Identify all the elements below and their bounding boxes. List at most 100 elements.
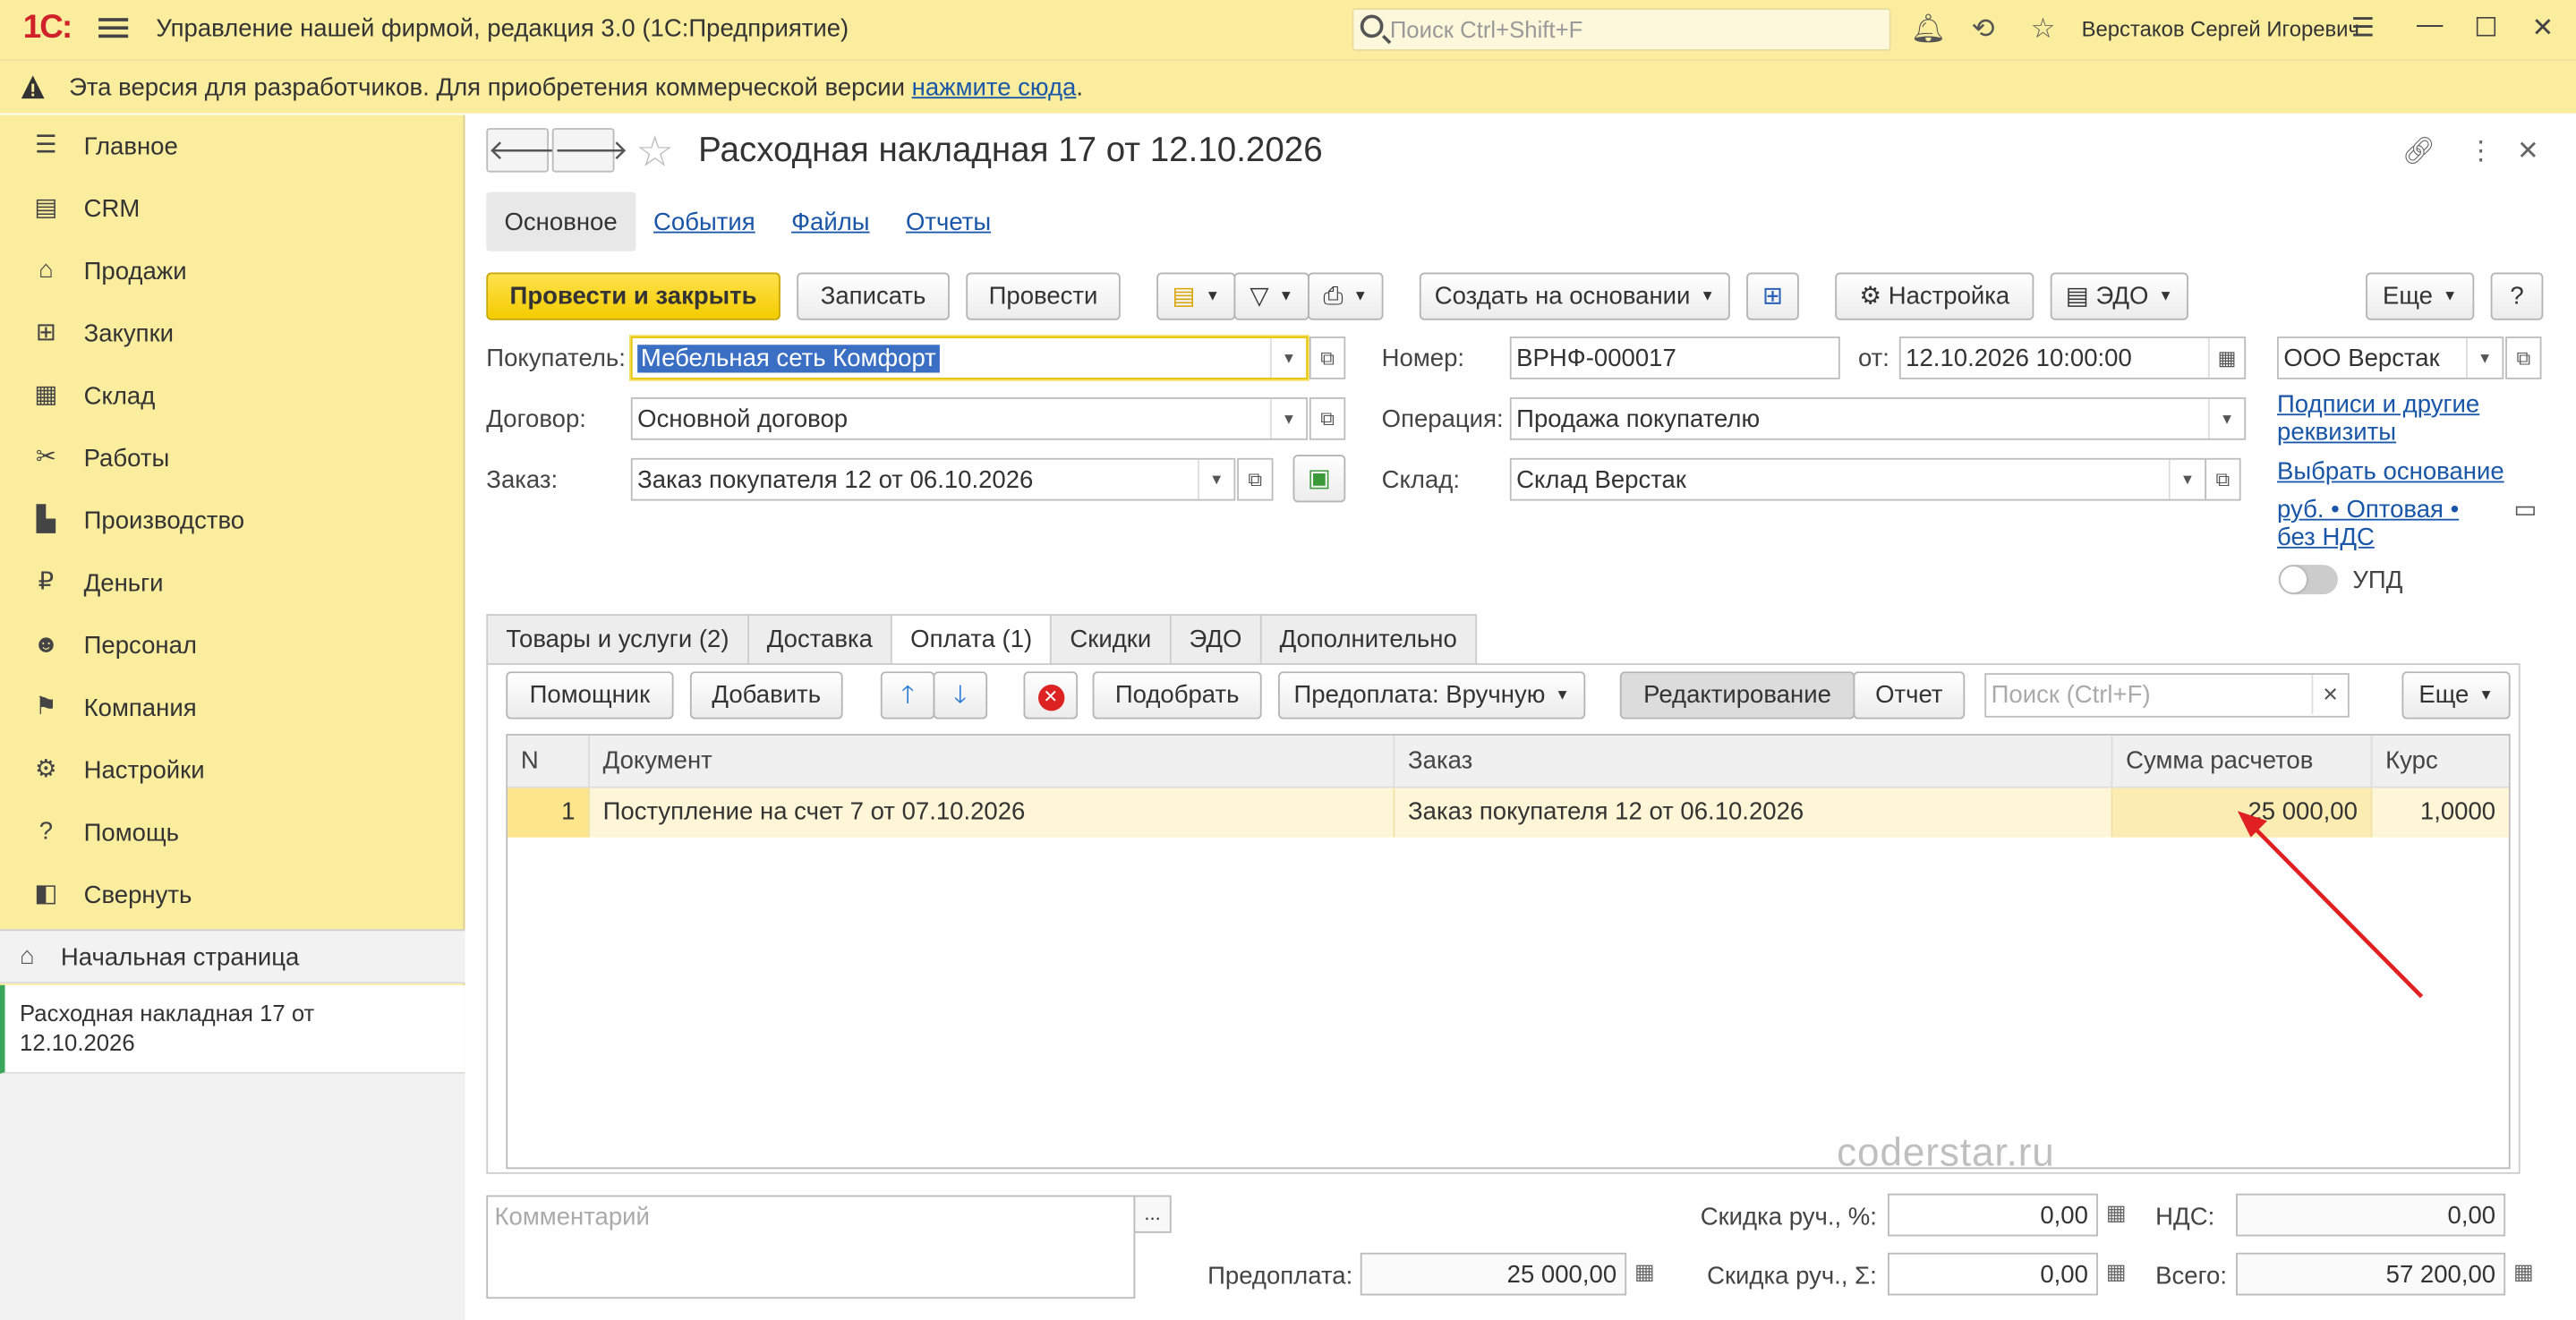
cell-order[interactable]: Заказ покупателя 12 от 06.10.2026 [1395, 788, 2113, 838]
tab-payment[interactable]: Оплата (1) [891, 614, 1051, 666]
tab-main[interactable]: Основное [486, 192, 635, 251]
main-menu-icon[interactable] [98, 13, 129, 43]
sidebar-item-main[interactable]: ☰ Главное [0, 115, 465, 177]
chevron-down-icon[interactable]: ▼ [2168, 459, 2205, 499]
report-mode-button[interactable]: Отчет [1853, 671, 1966, 720]
cell-document[interactable]: Поступление на счет 7 от 07.10.2026 [590, 788, 1395, 838]
contract-field[interactable]: Основной договор ▼ [630, 396, 1309, 440]
calculator-icon[interactable]: ▦ [2505, 1253, 2541, 1296]
open-window-tab[interactable]: Расходная накладная 17 от 12.10.2026 [0, 984, 465, 1074]
company-field[interactable]: ООО Верстак ▼ [2277, 336, 2504, 379]
home-page-link[interactable]: ⌂ Начальная страница [0, 929, 465, 984]
forward-button[interactable]: 🡒 [551, 128, 628, 173]
column-document[interactable]: Документ [590, 735, 1395, 788]
open-order-button[interactable]: ⧉ [1237, 457, 1274, 501]
number-field[interactable]: ВРНФ-000017 [1509, 336, 1840, 379]
upd-toggle[interactable] [2278, 565, 2338, 595]
sidebar-item-personnel[interactable]: ☻ Персонал [0, 614, 465, 677]
sidebar-item-sales[interactable]: ⌂ Продажи [0, 240, 465, 302]
clear-icon[interactable]: ✕ [2311, 675, 2348, 715]
tab-events[interactable]: События [635, 192, 773, 251]
column-sum[interactable]: Сумма расчетов [2112, 735, 2373, 788]
tab-discounts[interactable]: Скидки [1050, 614, 1170, 666]
post-button[interactable]: Провести [966, 272, 1121, 320]
sidebar-item-help[interactable]: ? Помощь [0, 801, 465, 864]
print-menu-button[interactable]: ⎙ ▼ [1308, 272, 1384, 320]
chevron-down-icon[interactable]: ▼ [1269, 337, 1306, 378]
star-icon[interactable]: ☆ [2031, 13, 2056, 47]
bell-icon[interactable]: 🔔︎ [1911, 13, 1947, 47]
cell-sum[interactable]: 25 000,00 [2112, 788, 2373, 838]
buy-link[interactable]: нажмите сюда [912, 74, 1077, 102]
more-vertical-icon[interactable]: ⋮ [2468, 134, 2494, 167]
close-window-icon[interactable]: ✕ [2532, 12, 2555, 45]
comment-field[interactable]: Комментарий [486, 1195, 1136, 1299]
chevron-down-icon[interactable]: ▼ [2207, 398, 2244, 439]
cell-rate[interactable]: 1,0000 [2372, 788, 2508, 838]
open-buyer-button[interactable]: ⧉ [1309, 336, 1346, 379]
history-icon[interactable]: ⟲ [1972, 13, 1995, 47]
table-row[interactable]: 1 Поступление на счет 7 от 07.10.2026 За… [508, 788, 2509, 838]
chevron-down-icon[interactable]: ▼ [1269, 398, 1306, 439]
tab-goods[interactable]: Товары и услуги (2) [486, 614, 747, 666]
calculator-icon[interactable]: ▦ [2098, 1194, 2134, 1237]
sidebar-item-settings[interactable]: ⚙ Настройки [0, 739, 465, 802]
helper-button[interactable]: Помощник [506, 671, 674, 720]
attachments-menu-button[interactable]: ▤ ▼ [1156, 272, 1236, 320]
sidebar-item-warehouse[interactable]: ▦ Склад [0, 364, 465, 427]
column-n[interactable]: N [508, 735, 590, 788]
chevron-down-icon[interactable]: ▼ [1198, 459, 1233, 499]
back-button[interactable]: 🡐 [486, 128, 563, 173]
discount-sum-field[interactable]: 0,00 [1887, 1252, 2098, 1296]
chevron-down-icon[interactable]: ▼ [2466, 337, 2502, 378]
sidebar-item-production[interactable]: ▙ Производство [0, 490, 465, 552]
minimize-icon[interactable]: — [2417, 12, 2443, 41]
tab-delivery[interactable]: Доставка [746, 614, 891, 666]
discount-percent-field[interactable]: 0,00 [1887, 1193, 2098, 1237]
tab-additional[interactable]: Дополнительно [1259, 614, 1477, 666]
sidebar-item-money[interactable]: ₽ Деньги [0, 551, 465, 614]
post-and-close-button[interactable]: Провести и закрыть [486, 272, 780, 320]
tab-edo[interactable]: ЭДО [1169, 614, 1260, 666]
choose-basis-link[interactable]: Выбрать основание [2277, 458, 2504, 486]
warehouse-field[interactable]: Склад Верстак ▼ [1509, 457, 2207, 501]
sidebar-item-crm[interactable]: ▤ CRM [0, 177, 465, 240]
user-name[interactable]: Верстаков Сергей Игоревич [2082, 16, 2359, 41]
settings-button[interactable]: ⚙ Настройка [1835, 272, 2034, 320]
structure-button[interactable]: ⊞ [1746, 272, 1799, 320]
sidebar-item-works[interactable]: ✂ Работы [0, 427, 465, 490]
price-info-link[interactable]: руб. • Оптовая • без НДС [2277, 496, 2491, 551]
help-button[interactable]: ? [2490, 272, 2544, 320]
app-logo[interactable]: 1С: [23, 10, 73, 47]
open-warehouse-button[interactable]: ⧉ [2205, 457, 2241, 501]
fill-from-order-button[interactable]: ▣ [1292, 455, 1346, 503]
order-field[interactable]: Заказ покупателя 12 от 06.10.2026 ▼ [630, 457, 1236, 501]
global-search-input[interactable]: Поиск Ctrl+Shift+F [1352, 8, 1891, 51]
tab-files[interactable]: Файлы [773, 192, 888, 251]
favorite-star-icon[interactable]: ☆ [635, 126, 674, 177]
calculator-icon[interactable]: ▦ [2098, 1253, 2134, 1296]
delete-row-button[interactable]: ✕ [1023, 671, 1079, 720]
table-more-button[interactable]: Еще ▼ [2401, 671, 2511, 720]
open-company-button[interactable]: ⧉ [2505, 336, 2542, 379]
tab-reports[interactable]: Отчеты [888, 192, 1010, 251]
column-order[interactable]: Заказ [1395, 735, 2113, 788]
link-icon[interactable]: 🔗︎ [2402, 134, 2435, 167]
add-row-button[interactable]: Добавить [689, 671, 843, 720]
open-contract-button[interactable]: ⧉ [1309, 396, 1346, 440]
calculator-icon[interactable]: ▦ [1626, 1253, 1662, 1296]
cell-n[interactable]: 1 [508, 788, 590, 838]
maximize-icon[interactable]: ☐ [2474, 12, 2497, 45]
settings-lines-icon[interactable]: ☰ [2351, 12, 2375, 45]
comment-expand-button[interactable]: ... [1133, 1195, 1172, 1233]
buyer-field[interactable]: Мебельная сеть Комфорт ▼ [630, 336, 1309, 379]
calendar-icon[interactable]: ▦ [2207, 337, 2244, 378]
edo-menu-button[interactable]: ▤ ЭДО ▼ [2050, 272, 2188, 320]
more-button[interactable]: Еще ▼ [2366, 272, 2475, 320]
sidebar-item-collapse[interactable]: ◧ Свернуть [0, 864, 465, 926]
sidebar-item-company[interactable]: ⚑ Компания [0, 677, 465, 739]
editing-mode-button[interactable]: Редактирование [1619, 671, 1855, 720]
create-based-on-button[interactable]: Создать на основании ▼ [1419, 272, 1730, 320]
prepayment-mode-button[interactable]: Предоплата: Вручную ▼ [1278, 671, 1586, 720]
move-down-button[interactable]: 🡓 [933, 671, 988, 720]
